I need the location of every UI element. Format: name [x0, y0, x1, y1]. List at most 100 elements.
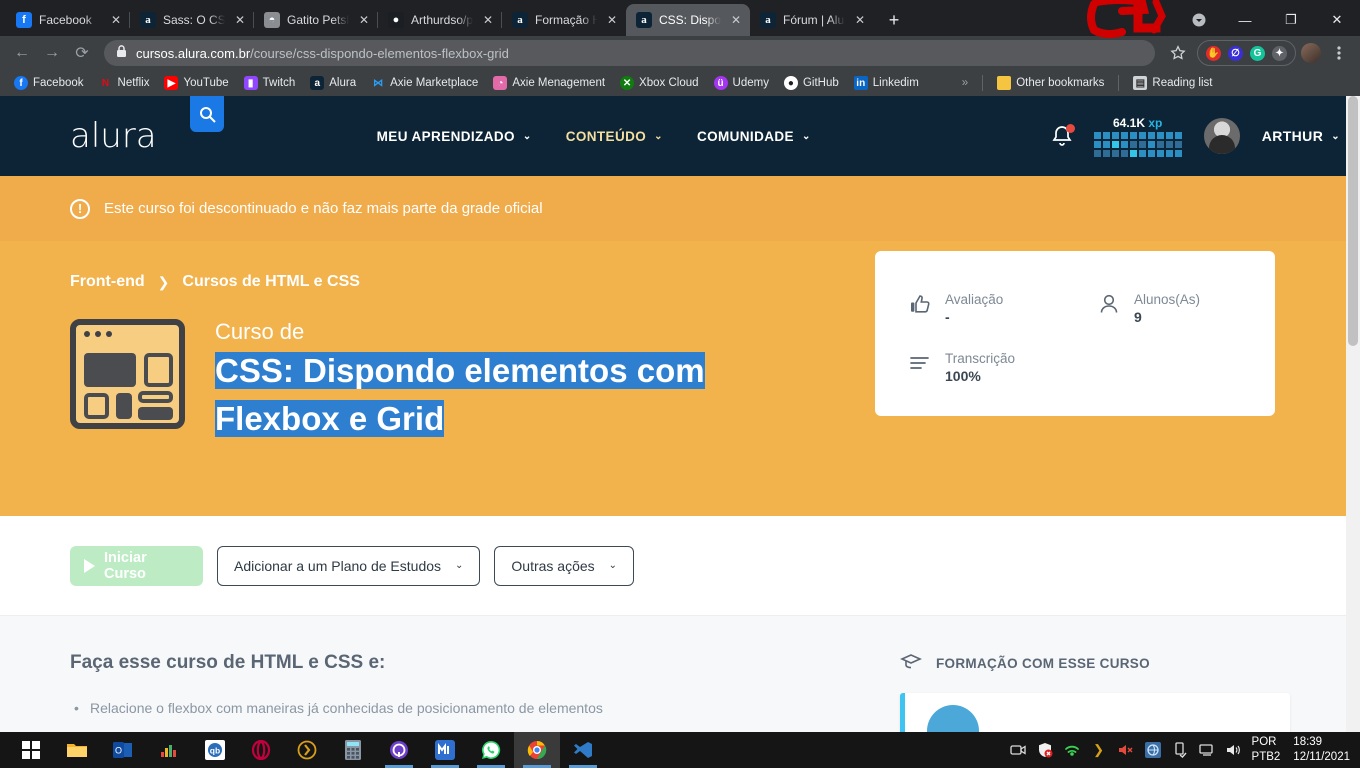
whatsapp-icon[interactable] — [468, 732, 514, 768]
xp-badge[interactable]: 64.1K xp — [1093, 116, 1182, 157]
maximize-button[interactable]: ❐ — [1268, 4, 1314, 36]
browser-tab[interactable]: a Formação HTML ✕ — [501, 4, 626, 36]
browser-tab-active[interactable]: a CSS: Dispondo el ✕ — [626, 4, 750, 36]
bookmark-item[interactable]: in Linkedim — [848, 74, 925, 92]
page-title: CSS: Dispondo elementos com Flexbox e Gr… — [215, 347, 815, 443]
minimize-button[interactable]: — — [1222, 4, 1268, 36]
close-tab-icon[interactable]: ✕ — [604, 12, 620, 28]
bookmark-item[interactable]: ▶ YouTube — [158, 74, 234, 92]
browser-tab[interactable]: ● Arthurdso/projet ✕ — [377, 4, 502, 36]
nav-conteudo[interactable]: CONTEÚDO ⌄ — [566, 129, 663, 144]
outlook-icon[interactable]: O — [100, 732, 146, 768]
usb-eject-icon[interactable] — [1171, 741, 1189, 759]
windows-start-icon[interactable] — [8, 732, 54, 768]
display-icon[interactable] — [1198, 741, 1216, 759]
bookmark-item[interactable]: ● GitHub — [778, 74, 845, 92]
github-desktop-icon[interactable] — [376, 732, 422, 768]
course-layout-thumbnail — [70, 319, 185, 429]
star-icon[interactable] — [1165, 40, 1191, 66]
axie-mgmt-icon: ◔ — [493, 76, 508, 90]
reading-list-label: Reading list — [1152, 77, 1213, 89]
bookmarks-overflow-icon[interactable]: » — [956, 75, 974, 91]
nav-comunidade[interactable]: COMUNIDADE ⌄ — [697, 129, 811, 144]
equalizer-icon[interactable] — [146, 732, 192, 768]
formation-card[interactable] — [900, 693, 1290, 732]
search-icon[interactable] — [190, 96, 224, 132]
close-window-button[interactable]: ✕ — [1314, 4, 1360, 36]
clock[interactable]: 18:39 12/11/2021 — [1293, 735, 1350, 765]
language-indicator[interactable]: POR PTB2 — [1252, 735, 1281, 765]
add-to-study-plan-button[interactable]: Adicionar a um Plano de Estudos ⌄ — [217, 545, 481, 586]
other-actions-button[interactable]: Outras ações ⌄ — [494, 545, 635, 586]
browser-tab[interactable]: ◓ Gatito Petshop ✕ — [253, 4, 378, 36]
tab-title: Facebook — [39, 13, 92, 27]
chrome-icon[interactable] — [514, 732, 560, 768]
bookmark-item[interactable]: N Netflix — [93, 74, 156, 92]
browser-tab[interactable]: f Facebook ✕ — [6, 4, 130, 36]
close-tab-icon[interactable]: ✕ — [232, 12, 248, 28]
address-bar[interactable]: cursos.alura.com.br/course/css-dispondo-… — [104, 40, 1155, 66]
profile-avatar[interactable] — [1298, 40, 1324, 66]
browser-tab[interactable]: a Fórum | Alura - C ✕ — [750, 4, 874, 36]
chrome-menu-icon[interactable] — [1326, 40, 1352, 66]
chevron-down-icon: ⌄ — [455, 560, 464, 571]
file-explorer-icon[interactable] — [54, 732, 100, 768]
blue-extension-icon[interactable]: ∅ — [1228, 45, 1243, 61]
bookmark-item[interactable]: f Facebook — [8, 74, 90, 92]
bookmark-label: Twitch — [262, 77, 296, 89]
close-tab-icon[interactable]: ✕ — [852, 12, 868, 28]
scrollbar-thumb[interactable] — [1348, 96, 1358, 346]
forward-icon[interactable]: → — [38, 39, 66, 67]
language-line2: PTB2 — [1251, 751, 1281, 763]
wifi-signal-icon[interactable] — [1063, 741, 1081, 759]
bookmark-item[interactable]: a Alura — [304, 74, 362, 92]
avatar[interactable] — [1201, 116, 1242, 156]
reload-icon[interactable]: ⟳ — [68, 39, 96, 67]
close-tab-icon[interactable]: ✕ — [108, 12, 124, 28]
window-extra-icon[interactable] — [1176, 4, 1222, 36]
mega-icon[interactable] — [422, 732, 468, 768]
antivirus-icon[interactable] — [1036, 741, 1054, 759]
notification-bell-icon[interactable] — [1050, 124, 1075, 148]
tab-title: Gatito Petshop — [287, 13, 349, 27]
qbittorrent-icon[interactable]: qb — [192, 732, 238, 768]
back-icon[interactable]: ← — [8, 39, 36, 67]
breadcrumb-item-frontend[interactable]: Front-end — [70, 273, 145, 291]
other-bookmarks-folder[interactable]: Other bookmarks — [991, 74, 1110, 92]
user-menu[interactable]: ARTHUR ⌄ — [1262, 128, 1340, 144]
browser-tab[interactable]: a Sass: O CSS com ✕ — [129, 4, 254, 36]
network-globe-icon[interactable] — [1144, 741, 1162, 759]
facebook-icon: f — [14, 76, 28, 90]
bookmark-item[interactable]: ▮ Twitch — [238, 74, 302, 92]
bookmark-item[interactable]: ✕ Xbox Cloud — [614, 74, 704, 92]
puzzle-extensions-icon[interactable]: ✦ — [1272, 45, 1287, 61]
speaker-icon[interactable] — [1225, 741, 1243, 759]
transcript-lines-icon — [907, 350, 933, 376]
bookmark-item[interactable]: ◔ Axie Menagement — [487, 74, 611, 92]
bookmark-item[interactable]: ⋈ Axie Marketplace — [365, 74, 484, 92]
close-tab-icon[interactable]: ✕ — [356, 12, 372, 28]
nav-meu-aprendizado[interactable]: MEU APRENDIZADO ⌄ — [377, 129, 532, 144]
volume-mute-icon[interactable] — [1117, 741, 1135, 759]
yandex-icon[interactable] — [284, 732, 330, 768]
grammarly-extension-icon[interactable]: G — [1250, 45, 1265, 61]
start-course-button[interactable]: Iniciar Curso — [70, 545, 203, 586]
calculator-icon[interactable] — [330, 732, 376, 768]
clock-date: 12/11/2021 — [1293, 751, 1350, 763]
alura-logo[interactable]: alura — [70, 116, 157, 156]
page-scrollbar[interactable] — [1346, 96, 1360, 732]
play-icon — [84, 558, 95, 573]
opera-gx-icon[interactable] — [238, 732, 284, 768]
reading-list-button[interactable]: ▤ Reading list — [1127, 74, 1218, 92]
close-tab-icon[interactable]: ✕ — [480, 12, 496, 28]
bookmark-item[interactable]: ü Udemy — [708, 74, 775, 92]
close-tab-icon[interactable]: ✕ — [728, 12, 744, 28]
divider — [1118, 75, 1120, 91]
camera-icon[interactable] — [1009, 741, 1027, 759]
header-right: 64.1K xp ARTHUR ⌄ — [1050, 116, 1340, 157]
breadcrumb-item-cursos[interactable]: Cursos de HTML e CSS — [182, 273, 360, 291]
adblock-extension-icon[interactable]: ✋ — [1206, 45, 1221, 61]
new-tab-button[interactable]: + — [880, 6, 908, 34]
opera-arrow-icon[interactable]: ❯ — [1090, 741, 1108, 759]
vscode-icon[interactable] — [560, 732, 606, 768]
